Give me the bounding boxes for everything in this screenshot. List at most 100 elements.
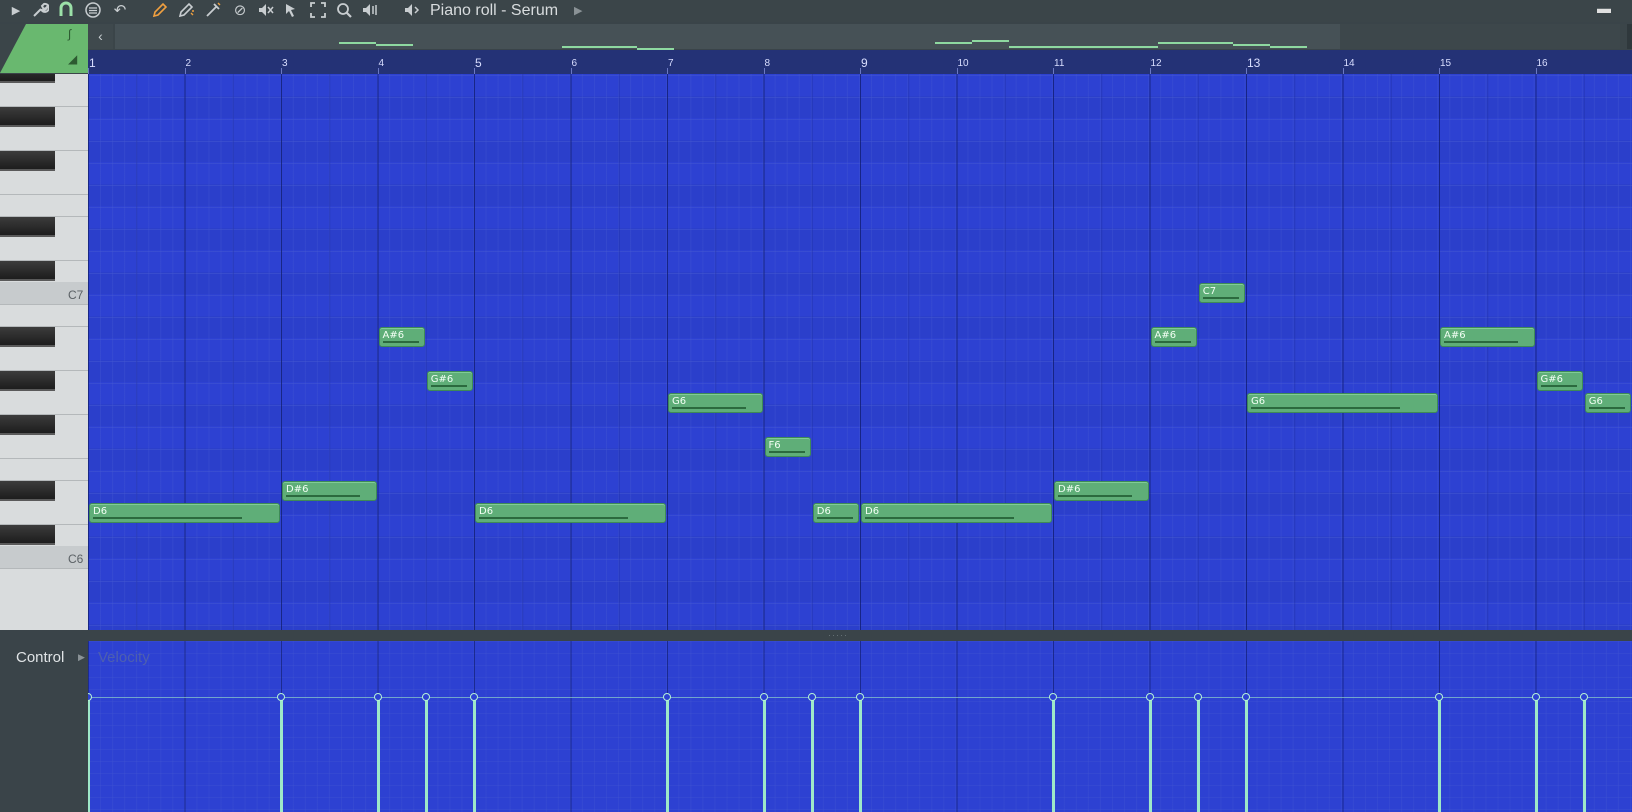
black-key[interactable] — [0, 74, 55, 83]
speaker-icon[interactable] — [402, 1, 422, 21]
velocity-stem[interactable] — [1582, 697, 1586, 812]
note-d6[interactable]: D6 — [812, 503, 859, 523]
velocity-handle[interactable] — [470, 693, 478, 701]
black-key[interactable] — [0, 327, 55, 347]
velocity-handle[interactable] — [373, 693, 382, 701]
velocity-handle[interactable] — [1435, 693, 1443, 701]
pencil-icon[interactable] — [150, 1, 170, 21]
note-f6[interactable]: F6 — [764, 437, 811, 457]
black-key[interactable] — [0, 525, 55, 545]
window-title[interactable]: Piano roll - Serum — [430, 1, 558, 21]
velocity-handle[interactable] — [1242, 693, 1250, 701]
menu-circle-icon[interactable] — [83, 1, 103, 21]
timeline-ruler[interactable]: 1 2 3 4 5 6 7 8 9 10 11 12 13 14 15 16 — [88, 50, 1632, 74]
control-menu-arrow-icon[interactable]: ▶ — [78, 652, 85, 663]
velocity-stem[interactable] — [1052, 697, 1055, 812]
note-velocity-bar — [1202, 297, 1239, 299]
velocity-stem[interactable] — [762, 697, 766, 812]
velocity-stem[interactable] — [1534, 697, 1538, 812]
velocity-stem[interactable] — [1438, 697, 1441, 812]
note-asharp6[interactable]: A#6 — [378, 327, 425, 347]
black-key[interactable] — [0, 151, 55, 171]
slice-icon[interactable] — [203, 1, 223, 21]
velocity-handle[interactable] — [1145, 693, 1154, 701]
black-key[interactable] — [0, 107, 55, 127]
velocity-handle[interactable] — [759, 693, 768, 701]
piano-keyboard[interactable]: C7 C6 — [0, 74, 88, 630]
note-velocity-bar — [382, 341, 419, 343]
velocity-handle[interactable] — [421, 693, 430, 701]
velocity-handle[interactable] — [807, 693, 816, 701]
title-menu-arrow-icon[interactable]: ▶ — [574, 1, 582, 21]
note-c7[interactable]: C7 — [1198, 283, 1245, 303]
note-label: D6 — [816, 506, 831, 517]
undo-icon[interactable]: ↶ — [110, 1, 130, 21]
slip-icon[interactable] — [282, 1, 302, 21]
black-key[interactable] — [0, 217, 55, 237]
mute-icon[interactable] — [256, 1, 276, 21]
black-key[interactable] — [0, 481, 55, 501]
lane-splitter[interactable]: ····· — [88, 630, 1632, 641]
note-d6[interactable]: D6 — [475, 503, 666, 523]
velocity-stem[interactable] — [376, 697, 380, 812]
overview-note — [1158, 42, 1233, 45]
velocity-stem[interactable] — [280, 697, 283, 812]
velocity-handle[interactable] — [277, 693, 285, 701]
wrench-icon[interactable] — [30, 1, 50, 21]
note-d6[interactable]: D6 — [861, 503, 1052, 523]
note-gsharp6[interactable]: G#6 — [426, 371, 473, 391]
velocity-handle[interactable] — [88, 693, 92, 701]
velocity-stem[interactable] — [473, 697, 476, 812]
tool-corner: ∫ ◢ — [0, 24, 88, 74]
note-gsharp6[interactable]: G#6 — [1536, 371, 1583, 391]
paint-brush-icon[interactable] — [176, 1, 196, 21]
note-dsharp6[interactable]: D#6 — [282, 481, 377, 501]
note-dsharp6[interactable]: D#6 — [1054, 481, 1149, 501]
velocity-stem[interactable] — [1148, 697, 1152, 812]
overview-note — [375, 44, 414, 47]
control-label[interactable]: Control — [16, 649, 64, 666]
velocity-lane[interactable]: Velocity — [88, 641, 1632, 812]
note-g6[interactable]: G6 — [1247, 393, 1438, 413]
note-g6[interactable]: G6 — [668, 393, 763, 413]
play-arrow-icon[interactable]: ▶ — [6, 1, 26, 21]
overview-scrollbar[interactable] — [1627, 24, 1632, 49]
curve-icon[interactable]: ∫ — [68, 27, 71, 41]
velocity-stem[interactable] — [666, 697, 669, 812]
white-key-divider — [0, 370, 88, 371]
velocity-stem[interactable] — [88, 697, 90, 812]
velocity-stem[interactable] — [810, 697, 814, 812]
bar-number-9: 9 — [861, 56, 868, 70]
note-asharp6[interactable]: A#6 — [1150, 327, 1197, 347]
overview-remaining-range[interactable] — [1340, 24, 1620, 49]
black-key[interactable] — [0, 261, 55, 281]
velocity-stem[interactable] — [1245, 697, 1248, 812]
scroll-left-icon[interactable]: ‹ — [88, 24, 113, 49]
velocity-stem[interactable] — [859, 697, 862, 812]
select-icon[interactable] — [308, 1, 328, 21]
bar-number-5: 5 — [475, 56, 482, 70]
playback-icon[interactable] — [360, 1, 380, 21]
velocity-stem[interactable] — [424, 697, 428, 812]
delete-icon[interactable]: ⊘ — [230, 1, 250, 21]
bar-number-1: 1 — [89, 56, 96, 70]
note-g6[interactable]: G6 — [1584, 393, 1631, 413]
velocity-handle[interactable] — [663, 693, 671, 701]
playlist-overview[interactable]: ‹ — [88, 24, 1632, 53]
note-grid[interactable]: D6 D#6 A#6 G#6 D6 G6 F6 D6 D6 D#6 A#6 C7 G6 A#6 G#6 G6 — [88, 74, 1632, 630]
magnet-icon[interactable] — [56, 1, 76, 21]
splitter-grip-icon[interactable]: ····· — [828, 630, 848, 640]
note-asharp6[interactable]: A#6 — [1440, 327, 1535, 347]
velocity-handle[interactable] — [856, 693, 864, 701]
velocity-handle[interactable] — [1531, 693, 1540, 701]
velocity-handle[interactable] — [1049, 693, 1057, 701]
velocity-stem[interactable] — [1196, 697, 1200, 812]
black-key[interactable] — [0, 371, 55, 391]
zoom-icon[interactable] — [334, 1, 354, 21]
velocity-handle[interactable] — [1193, 693, 1202, 701]
minimize-icon[interactable]: ▬ — [1597, 0, 1611, 16]
velocity-handle[interactable] — [1579, 693, 1588, 701]
note-d6[interactable]: D6 — [89, 503, 280, 523]
black-key[interactable] — [0, 415, 55, 435]
note-label: A#6 — [382, 330, 405, 341]
